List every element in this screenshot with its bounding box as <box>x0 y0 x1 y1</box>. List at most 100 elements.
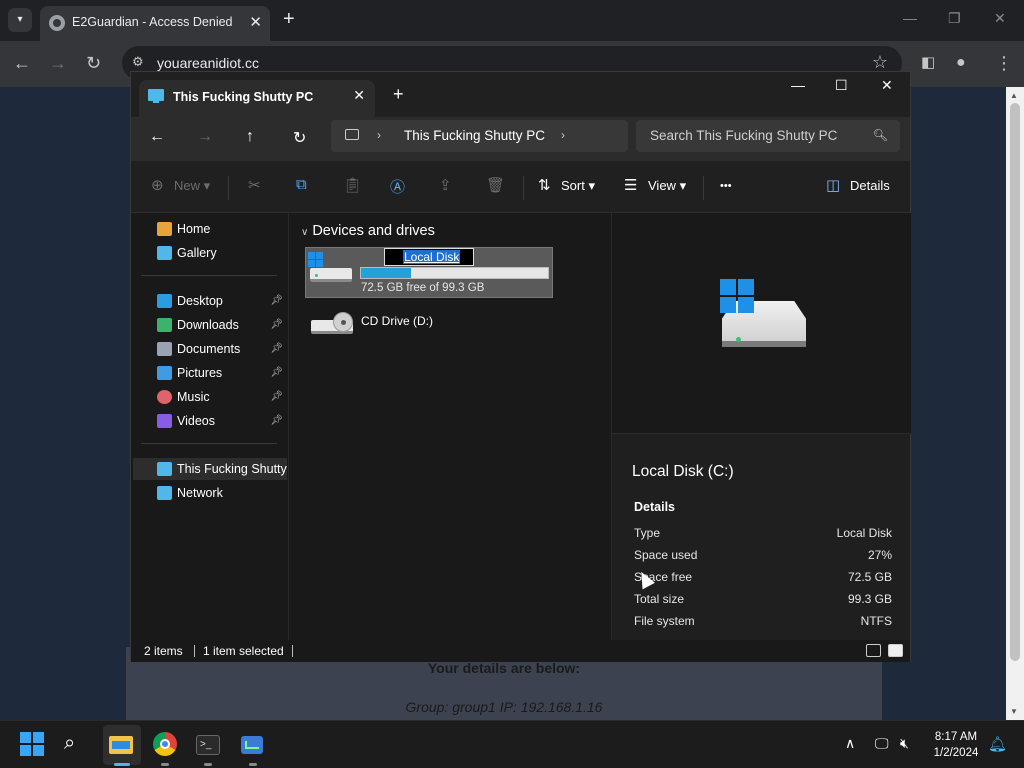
new-plus-icon: ⊕ <box>151 177 164 194</box>
notification-bell-icon[interactable]: 🔔︎ <box>988 735 1007 753</box>
group-header[interactable]: ∨ Devices and drives <box>301 223 435 239</box>
drive-c-item[interactable]: Local Disk 72.5 GB free of 99.3 GB <box>305 247 553 298</box>
close-window-icon[interactable]: ✕ <box>881 77 893 94</box>
this-pc-icon <box>148 89 164 103</box>
clock-time: 8:17 AM <box>934 731 978 743</box>
page-scrollbar[interactable]: ▲ ▼ <box>1006 87 1024 720</box>
task-manager-icon[interactable] <box>241 732 267 758</box>
nav-item-this-pc[interactable]: This Fucking Shutty PC <box>133 458 287 480</box>
nav-item-network[interactable]: Network <box>133 482 287 504</box>
explorer-navbar: ← → ↑ ↻ › This Fucking Shutty PC › Searc… <box>131 117 910 161</box>
pin-icon[interactable]: 📌︎ <box>270 391 283 402</box>
pin-icon[interactable]: 📌︎ <box>270 319 283 330</box>
chevron-up-icon[interactable]: ∧ <box>845 735 855 752</box>
minimize-icon[interactable]: — <box>791 77 805 93</box>
chrome-icon[interactable] <box>153 732 179 758</box>
drive-d-label: CD Drive (D:) <box>361 314 433 328</box>
scroll-down-icon[interactable]: ▼ <box>1010 707 1018 716</box>
menu-kebab-icon[interactable]: ⋮ <box>995 52 1013 74</box>
forward-button[interactable]: → <box>49 52 67 74</box>
network-icon[interactable]: 🖵︎ <box>875 735 889 752</box>
volume-muted-icon[interactable]: 🔇︎ <box>900 735 909 752</box>
restore-icon[interactable]: ❐ <box>948 10 961 27</box>
copy-icon[interactable]: ⧉ <box>296 176 307 193</box>
nav-item-desktop[interactable]: Desktop 📌︎ <box>133 290 287 312</box>
scroll-thumb[interactable] <box>1010 103 1020 661</box>
search-icon[interactable]: ⌕ <box>64 732 90 758</box>
status-bar: 2 items 1 item selected <box>131 640 910 662</box>
maximize-icon[interactable]: ☐ <box>835 77 848 94</box>
pin-icon[interactable]: 📌︎ <box>270 367 283 378</box>
share-icon[interactable]: ⇪ <box>439 176 452 194</box>
side-panel-icon[interactable]: ◧ <box>921 52 935 74</box>
details-view-icon[interactable] <box>866 644 881 657</box>
detail-key: File system <box>634 614 695 628</box>
desktop-icon <box>157 294 172 308</box>
nav-divider <box>141 275 277 276</box>
reload-button[interactable]: ↻ <box>86 52 101 74</box>
globe-icon <box>49 15 65 31</box>
new-tab-button[interactable]: + <box>283 8 295 30</box>
profile-icon[interactable]: ● <box>956 52 966 74</box>
url-text[interactable]: youareanidiot.cc <box>157 55 259 71</box>
terminal-icon[interactable]: >_ <box>196 732 222 758</box>
storage-bar <box>360 267 549 279</box>
rename-field[interactable]: Local Disk <box>384 248 474 266</box>
file-explorer-window: This Fucking Shutty PC ✕ + — ☐ ✕ ← → ↑ ↻… <box>130 71 911 662</box>
drive-d-item[interactable]: CD Drive (D:) <box>311 306 561 346</box>
delete-icon[interactable]: 🗑︎ <box>486 176 505 194</box>
details-toggle-button[interactable]: Details <box>850 178 890 193</box>
rename-text[interactable]: Local Disk <box>403 250 461 264</box>
back-button[interactable]: ← <box>13 52 31 74</box>
monitor-icon <box>345 129 359 140</box>
minimize-icon[interactable]: — <box>903 10 917 26</box>
nav-item-downloads[interactable]: Downloads 📌︎ <box>133 314 287 336</box>
view-button[interactable]: View ▾ <box>648 178 686 194</box>
close-window-icon[interactable]: ✕ <box>994 10 1006 27</box>
site-info-icon[interactable]: ⚙ <box>132 54 144 70</box>
nav-item-documents[interactable]: Documents 📌︎ <box>133 338 287 360</box>
nav-item-pictures[interactable]: Pictures 📌︎ <box>133 362 287 384</box>
cut-icon[interactable]: ✂ <box>248 176 261 194</box>
pin-icon[interactable]: 📌︎ <box>270 415 283 426</box>
status-divider <box>194 645 195 657</box>
details-heading: Your details are below: <box>427 660 581 676</box>
back-button[interactable]: ← <box>149 128 165 146</box>
paste-icon[interactable]: 📋︎ <box>343 176 362 194</box>
scroll-up-icon[interactable]: ▲ <box>1010 91 1018 100</box>
breadcrumb-this-pc[interactable]: This Fucking Shutty PC <box>404 128 545 143</box>
pin-icon[interactable]: 📌︎ <box>270 295 283 306</box>
details-section-label: Details <box>634 500 675 514</box>
new-button[interactable]: New ▾ <box>174 178 210 194</box>
file-explorer-icon[interactable] <box>109 732 135 758</box>
system-clock[interactable]: 8:17 AM 1/2/2024 <box>920 729 992 761</box>
breadcrumb[interactable]: › This Fucking Shutty PC › <box>331 120 628 152</box>
see-more-button[interactable]: ••• <box>720 180 732 192</box>
close-tab-icon[interactable]: ✕ <box>353 87 365 104</box>
explorer-tab[interactable]: This Fucking Shutty PC ✕ <box>139 80 375 117</box>
start-button[interactable] <box>20 732 46 758</box>
chevron-right-icon[interactable]: › <box>561 128 565 142</box>
pin-icon[interactable]: 📌︎ <box>270 343 283 354</box>
tab-search-button[interactable]: ▾ <box>8 8 32 32</box>
chevron-right-icon[interactable]: › <box>377 128 381 142</box>
large-icons-view-icon[interactable] <box>888 644 903 657</box>
nav-item-gallery[interactable]: Gallery <box>133 242 287 264</box>
detail-row: Type Local Disk <box>634 526 892 544</box>
nav-item-home[interactable]: Home <box>133 218 287 240</box>
search-input[interactable]: Search This Fucking Shutty PC 🔍︎ <box>636 120 900 152</box>
hard-drive-icon <box>720 279 808 349</box>
forward-button[interactable]: → <box>197 128 213 146</box>
bookmark-star-icon[interactable]: ☆ <box>872 52 888 73</box>
nav-item-music[interactable]: Music 📌︎ <box>133 386 287 408</box>
detail-value: 99.3 GB <box>847 592 892 606</box>
up-button[interactable]: ↑ <box>246 128 254 146</box>
nav-item-videos[interactable]: Videos 📌︎ <box>133 410 287 432</box>
rename-icon[interactable]: Ⓐ <box>390 176 405 197</box>
close-tab-icon[interactable]: ✕ <box>249 13 262 31</box>
browser-tab[interactable]: E2Guardian - Access Denied ✕ <box>40 6 270 41</box>
sort-button[interactable]: Sort ▾ <box>561 178 595 194</box>
chevron-down-icon[interactable]: ∨ <box>301 227 308 238</box>
refresh-button[interactable]: ↻ <box>293 128 306 148</box>
new-tab-button[interactable]: + <box>393 84 404 105</box>
